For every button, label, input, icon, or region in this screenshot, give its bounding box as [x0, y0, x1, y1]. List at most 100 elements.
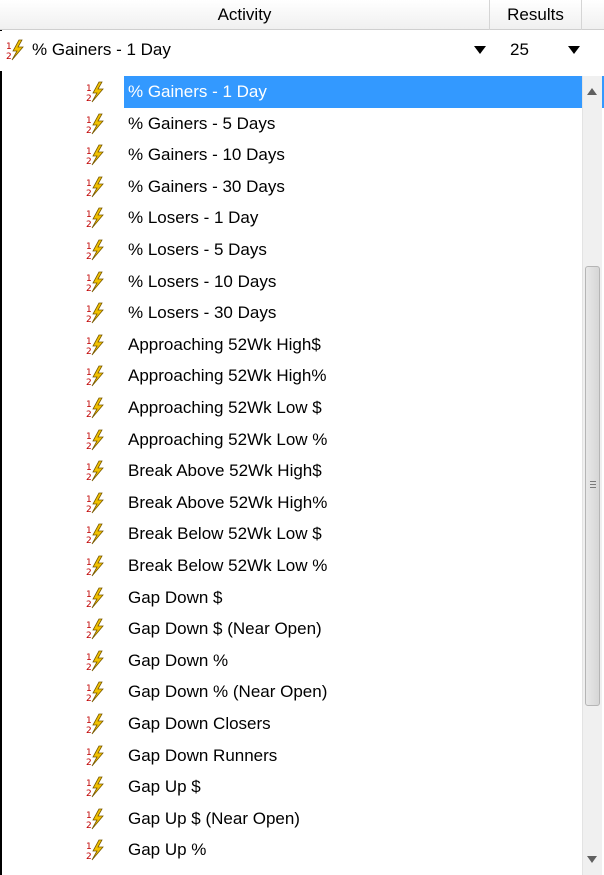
sort-lightning-icon: 12 — [86, 839, 108, 872]
list-item[interactable]: 1 2 % Losers - 30 Days — [86, 297, 586, 329]
list-item-label: Gap Down $ (Near Open) — [128, 619, 322, 639]
results-dropdown[interactable]: 25 — [494, 35, 584, 65]
list-item-label: Break Above 52Wk High$ — [128, 461, 322, 481]
list-item[interactable]: 1 2 % Gainers - 30 Days — [86, 171, 586, 203]
list-item[interactable]: 1 2 Gap Down % (Near Open) — [86, 676, 586, 708]
list-item[interactable]: 1 2 Gap Down Closers — [86, 708, 586, 740]
list-item-label: Gap Down Runners — [128, 745, 278, 765]
list-item-label: % Gainers - 30 Days — [128, 176, 285, 196]
svg-text:2: 2 — [6, 52, 12, 61]
results-column-header[interactable]: Results — [490, 0, 582, 30]
svg-text:1: 1 — [86, 779, 92, 789]
svg-text:1: 1 — [86, 811, 92, 821]
svg-text:1: 1 — [86, 305, 92, 315]
list-item-label: % Losers - 10 Days — [128, 271, 277, 291]
scroll-down-arrow-icon[interactable] — [587, 856, 597, 863]
svg-text:2: 2 — [86, 663, 92, 672]
activity-dropdown-value: % Gainers - 1 Day — [32, 40, 171, 59]
list-item-label: Gap Up $ (Near Open) — [128, 808, 300, 828]
list-item[interactable]: 1 2 Gap Down % — [86, 645, 586, 677]
activity-column-header[interactable]: Activity — [0, 0, 490, 30]
svg-text:2: 2 — [86, 94, 92, 103]
svg-text:2: 2 — [86, 505, 92, 514]
list-item-label: % Gainers - 10 Days — [128, 145, 285, 165]
list-item[interactable]: 1 2 Approaching 52Wk Low $ — [86, 392, 586, 424]
column-header: Activity Results — [0, 0, 604, 30]
list-item-label: % Losers - 5 Days — [128, 240, 267, 259]
list-item-label: Approaching 52Wk Low % — [128, 429, 328, 449]
svg-text:2: 2 — [86, 442, 92, 451]
svg-text:2: 2 — [86, 252, 92, 261]
activity-list[interactable]: 1 2% Gainers - 1 Day 1 2% Gainers - 5 Days 1… — [2, 76, 604, 875]
svg-text:2: 2 — [86, 852, 92, 861]
list-item-label: Gap Down $ — [128, 587, 223, 607]
svg-text:1: 1 — [86, 400, 92, 410]
svg-text:1: 1 — [86, 653, 92, 663]
list-item[interactable]: 1 2 Break Above 52Wk High$ — [86, 455, 586, 487]
svg-text:1: 1 — [86, 116, 92, 126]
list-item[interactable]: 1 2 % Gainers - 5 Days — [86, 108, 586, 140]
svg-text:1: 1 — [86, 84, 92, 94]
svg-text:1: 1 — [86, 495, 92, 505]
svg-text:1: 1 — [86, 210, 92, 220]
list-item-label: Gap Down Closers — [128, 714, 271, 733]
list-item[interactable]: 1 2 % Losers - 10 Days — [86, 266, 586, 298]
svg-text:1: 1 — [86, 179, 92, 189]
svg-text:1: 1 — [86, 842, 92, 852]
list-item[interactable]: 1 2 Approaching 52Wk High$ — [86, 329, 586, 361]
list-item[interactable]: 1 2 Break Below 52Wk Low $ — [86, 518, 586, 550]
list-item-label: Approaching 52Wk High$ — [128, 334, 321, 354]
svg-text:1: 1 — [86, 621, 92, 631]
results-dropdown-value: 25 — [510, 40, 529, 59]
svg-text:2: 2 — [86, 600, 92, 609]
list-item[interactable]: 1 2 % Losers - 5 Days — [86, 234, 586, 266]
list-item[interactable]: 1 2 Approaching 52Wk Low % — [86, 424, 586, 456]
list-item[interactable]: 1 2 Approaching 52Wk High% — [86, 360, 586, 392]
svg-text:1: 1 — [86, 368, 92, 378]
list-item[interactable]: 1 2 Gap Up % — [86, 834, 586, 866]
svg-text:2: 2 — [86, 789, 92, 798]
list-item[interactable]: 1 2 % Gainers - 10 Days — [86, 139, 586, 171]
svg-text:2: 2 — [86, 378, 92, 387]
list-item-label: Gap Up $ — [128, 777, 201, 797]
svg-text:2: 2 — [86, 694, 92, 703]
list-item[interactable]: 1 2 Break Above 52Wk High% — [86, 487, 586, 519]
svg-text:2: 2 — [86, 126, 92, 135]
svg-text:1: 1 — [6, 42, 12, 52]
list-item[interactable]: 1 2 Gap Down $ — [86, 582, 586, 614]
svg-text:2: 2 — [86, 726, 92, 735]
activity-dropdown[interactable]: 1 2 % Gainers - 1 Day — [4, 35, 490, 65]
list-item[interactable]: 1 2 Gap Down Runners — [86, 740, 586, 772]
svg-text:1: 1 — [86, 684, 92, 694]
svg-text:2: 2 — [86, 536, 92, 545]
chevron-down-icon[interactable] — [474, 46, 486, 54]
svg-text:2: 2 — [86, 758, 92, 767]
list-item-label: Gap Down % (Near Open) — [128, 682, 328, 702]
svg-text:2: 2 — [86, 347, 92, 356]
sort-lightning-icon: 1 2 — [6, 39, 28, 71]
svg-text:2: 2 — [86, 473, 92, 482]
svg-text:1: 1 — [86, 432, 92, 442]
svg-text:1: 1 — [86, 526, 92, 536]
list-item[interactable]: 1 2 % Gainers - 1 Day — [86, 76, 604, 108]
list-item[interactable]: 1 2 Break Below 52Wk Low % — [86, 550, 586, 582]
svg-text:1: 1 — [86, 274, 92, 284]
list-item-label: % Losers - 30 Days — [128, 303, 277, 323]
svg-text:2: 2 — [86, 157, 92, 166]
scroll-up-arrow-icon[interactable] — [587, 88, 597, 95]
vertical-scrollbar[interactable] — [582, 76, 602, 875]
svg-text:1: 1 — [86, 337, 92, 347]
list-item[interactable]: 1 2 % Losers - 1 Day — [86, 202, 586, 234]
svg-text:2: 2 — [86, 220, 92, 229]
svg-text:2: 2 — [86, 315, 92, 324]
svg-text:2: 2 — [86, 189, 92, 198]
chevron-down-icon[interactable] — [568, 46, 580, 54]
svg-text:2: 2 — [86, 821, 92, 830]
list-item-label: Break Below 52Wk Low $ — [128, 524, 322, 544]
list-item[interactable]: 1 2 Gap Up $ — [86, 771, 586, 803]
scrollbar-thumb[interactable] — [585, 266, 600, 706]
svg-text:2: 2 — [86, 568, 92, 577]
list-item[interactable]: 1 2 Gap Up $ (Near Open) — [86, 803, 586, 835]
list-item[interactable]: 1 2 Gap Down $ (Near Open) — [86, 613, 586, 645]
svg-text:2: 2 — [86, 284, 92, 293]
